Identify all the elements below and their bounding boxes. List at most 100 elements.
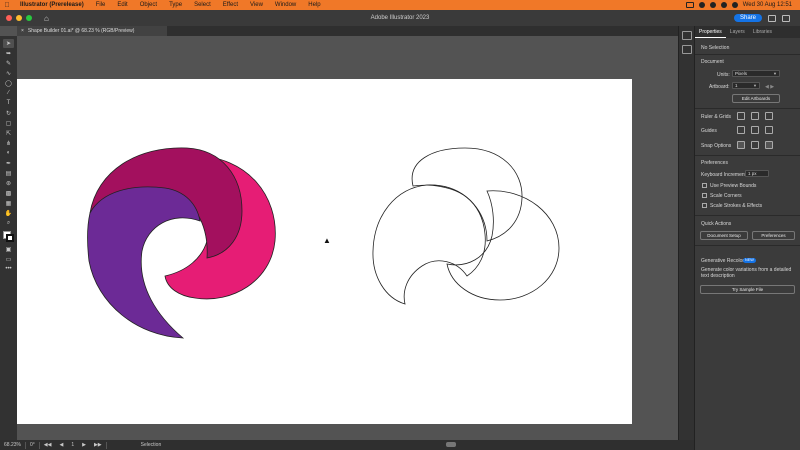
rotation-field[interactable]: 0° [26, 442, 39, 448]
zoom-window-button[interactable] [26, 15, 32, 21]
paintbrush-tool-icon[interactable]: ∕ [3, 89, 14, 98]
menu-help[interactable]: Help [302, 2, 326, 8]
ellipse-tool-icon[interactable]: ◯ [3, 79, 14, 88]
screen-mode-icon[interactable]: ▭ [3, 255, 14, 264]
ruler-grids-label: Ruler & Grids [701, 114, 732, 120]
outline-circles[interactable] [372, 147, 560, 305]
artboard-tool-icon[interactable]: ▦ [3, 199, 14, 208]
gradient-tool-icon[interactable]: ▤ [3, 169, 14, 178]
eyedropper-tool-icon[interactable]: ✒ [3, 159, 14, 168]
menu-type[interactable]: Type [163, 2, 188, 8]
try-sample-file-button[interactable]: Try Sample File [700, 285, 795, 294]
zoom-tool-icon[interactable]: ⌕ [3, 219, 14, 228]
keyboard-increment-field[interactable]: 1 px [745, 170, 769, 177]
close-tab-icon[interactable]: × [21, 28, 24, 34]
show-rulers-icon[interactable] [737, 112, 745, 120]
panel-dock [678, 26, 694, 440]
snap-to-pixel-icon[interactable] [765, 141, 773, 149]
eraser-tool-icon[interactable]: ▢ [3, 119, 14, 128]
tab-layers[interactable]: Layers [726, 26, 749, 38]
column-graph-tool-icon[interactable]: ▩ [3, 189, 14, 198]
smart-guides-icon[interactable] [765, 126, 773, 134]
curvature-tool-icon[interactable]: ∿ [3, 69, 14, 78]
width-tool-icon[interactable]: ⋔ [3, 139, 14, 148]
canvas-area[interactable]: ▲ [17, 36, 694, 440]
new-badge: NEW [743, 258, 756, 263]
units-label: Units: [717, 72, 730, 78]
shape-builder-tool-icon[interactable]: ◐ [3, 149, 14, 158]
type-tool-icon[interactable]: T [3, 99, 14, 108]
apple-logo-icon[interactable]:  [0, 2, 14, 9]
edit-artboards-button[interactable]: Edit Artboards [732, 94, 780, 103]
stroke-swatch[interactable] [6, 234, 14, 242]
menu-view[interactable]: View [244, 2, 269, 8]
menu-window[interactable]: Window [269, 2, 302, 8]
menu-edit[interactable]: Edit [111, 2, 133, 8]
generative-description: Generate color variations from a detaile… [701, 267, 792, 279]
zoom-field[interactable]: 68.23% [0, 442, 25, 448]
previous-artboard-icon[interactable]: ◀ [55, 442, 67, 448]
preferences-button[interactable]: Preferences [752, 231, 795, 240]
panel-tabs: Properties Layers Libraries [695, 26, 800, 38]
show-grid-icon[interactable] [751, 112, 759, 120]
artboard-dropdown[interactable]: 1 ▼ [732, 82, 760, 89]
outline-circle-top[interactable] [411, 147, 523, 242]
units-dropdown[interactable]: Pixels ▼ [732, 70, 780, 77]
use-preview-bounds-label: Use Preview Bounds [710, 183, 757, 189]
tab-properties[interactable]: Properties [695, 26, 726, 38]
share-button[interactable]: Share [733, 14, 762, 22]
purple-shape[interactable] [87, 186, 201, 339]
arrange-documents-icon[interactable] [768, 14, 776, 22]
lock-guides-icon[interactable] [751, 126, 759, 134]
menu-app[interactable]: Illustrator (Prerelease) [14, 2, 90, 8]
dock-collapse-icon[interactable] [681, 31, 692, 40]
menu-file[interactable]: File [90, 2, 112, 8]
hand-tool-icon[interactable]: ✋ [3, 209, 14, 218]
app-title-bar: ⌂ Adobe Illustrator 2023 Share [0, 10, 800, 26]
scale-strokes-checkbox[interactable] [702, 203, 707, 208]
snap-to-grid-icon[interactable] [751, 141, 759, 149]
scale-tool-icon[interactable]: ⇱ [3, 129, 14, 138]
menu-select[interactable]: Select [188, 2, 217, 8]
home-icon[interactable]: ⌂ [44, 14, 49, 23]
snap-to-point-icon[interactable] [737, 141, 745, 149]
menu-clock[interactable]: Wed 30 Aug 12:51 [743, 2, 792, 8]
last-artboard-icon[interactable]: ▶▶ [90, 442, 106, 448]
draw-mode-icon[interactable]: ▣ [3, 245, 14, 254]
first-artboard-icon[interactable]: ◀◀ [40, 442, 56, 448]
battery-icon[interactable] [685, 2, 694, 8]
next-artboard-icon[interactable]: ▶ [78, 442, 90, 448]
siri-icon[interactable] [731, 2, 738, 8]
dock-swatches-icon[interactable] [681, 45, 692, 54]
menu-effect[interactable]: Effect [217, 2, 244, 8]
document-tab[interactable]: × Shape Builder 01.ai* @ 68.23 % (RGB/Pr… [17, 26, 167, 36]
show-guides-icon[interactable] [737, 126, 745, 134]
control-center-icon[interactable] [709, 2, 716, 8]
transparency-grid-icon[interactable] [765, 112, 773, 120]
minimize-window-button[interactable] [16, 15, 22, 21]
outline-circle-right[interactable] [446, 190, 560, 301]
document-setup-button[interactable]: Document Setup [700, 231, 748, 240]
scale-corners-checkbox[interactable] [702, 193, 707, 198]
direct-selection-tool-icon[interactable]: ➥ [3, 49, 14, 58]
rotate-tool-icon[interactable]: ↻ [3, 109, 14, 118]
tab-libraries[interactable]: Libraries [749, 26, 776, 38]
artboard-value: 1 [735, 83, 738, 88]
symbol-sprayer-tool-icon[interactable]: ⊛ [3, 179, 14, 188]
selection-tool-icon[interactable]: ➤ [3, 38, 14, 48]
pen-tool-icon[interactable]: ✎ [3, 59, 14, 68]
use-preview-bounds-checkbox[interactable] [702, 183, 707, 188]
menu-object[interactable]: Object [134, 2, 163, 8]
artboard-nav-icons[interactable]: ◀ ▶ [765, 84, 774, 90]
search-help-icon[interactable] [782, 14, 790, 22]
artboard-number-field[interactable]: 1 [67, 442, 78, 448]
wifi-icon[interactable] [698, 2, 705, 8]
colored-swirl-logo[interactable] [87, 147, 276, 339]
status-tool-label[interactable]: Selection [137, 442, 166, 448]
spotlight-icon[interactable] [720, 2, 727, 8]
outline-circle-left[interactable] [372, 184, 486, 305]
menu-extras: Wed 30 Aug 12:51 [685, 2, 800, 8]
horizontal-scrollbar[interactable] [446, 442, 456, 447]
close-window-button[interactable] [6, 15, 12, 21]
edit-toolbar-button[interactable]: ••• [3, 265, 14, 274]
